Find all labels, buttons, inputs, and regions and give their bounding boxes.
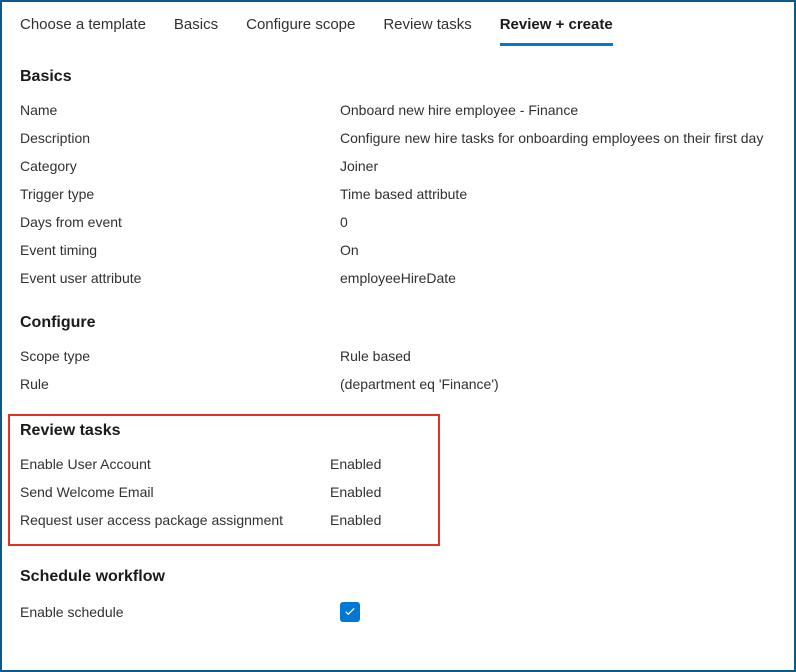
row-task-access-package: Request user access package assignment E… [20, 506, 428, 534]
row-task-welcome-email: Send Welcome Email Enabled [20, 478, 428, 506]
value-description: Configure new hire tasks for onboarding … [340, 130, 776, 146]
value-days-from-event: 0 [340, 214, 776, 230]
label-task-access-package: Request user access package assignment [20, 512, 330, 528]
tab-review-tasks[interactable]: Review tasks [383, 16, 471, 46]
tab-basics[interactable]: Basics [174, 16, 218, 46]
label-days-from-event: Days from event [20, 214, 340, 230]
value-name: Onboard new hire employee - Finance [340, 102, 776, 118]
row-enable-schedule: Enable schedule [20, 596, 776, 622]
row-name: Name Onboard new hire employee - Finance [20, 96, 776, 124]
row-rule: Rule (department eq 'Finance') [20, 370, 776, 398]
label-trigger-type: Trigger type [20, 186, 340, 202]
value-event-timing: On [340, 242, 776, 258]
label-task-enable-user: Enable User Account [20, 456, 330, 472]
section-schedule-heading: Schedule workflow [20, 568, 776, 586]
label-category: Category [20, 158, 340, 174]
row-task-enable-user: Enable User Account Enabled [20, 450, 428, 478]
label-scope-type: Scope type [20, 348, 340, 364]
value-trigger-type: Time based attribute [340, 186, 776, 202]
label-event-timing: Event timing [20, 242, 340, 258]
row-days-from-event: Days from event 0 [20, 208, 776, 236]
label-name: Name [20, 102, 340, 118]
row-description: Description Configure new hire tasks for… [20, 124, 776, 152]
wizard-tabs: Choose a template Basics Configure scope… [20, 2, 776, 46]
row-scope-type: Scope type Rule based [20, 342, 776, 370]
wizard-frame: Choose a template Basics Configure scope… [0, 0, 796, 672]
value-rule: (department eq 'Finance') [340, 376, 776, 392]
check-icon [343, 605, 357, 619]
row-event-user-attribute: Event user attribute employeeHireDate [20, 264, 776, 292]
configure-rows: Scope type Rule based Rule (department e… [20, 342, 776, 398]
row-category: Category Joiner [20, 152, 776, 180]
label-enable-schedule: Enable schedule [20, 604, 340, 620]
tab-review-create[interactable]: Review + create [500, 16, 613, 46]
value-task-welcome-email: Enabled [330, 484, 428, 500]
tab-configure-scope[interactable]: Configure scope [246, 16, 355, 46]
section-configure-heading: Configure [20, 314, 776, 332]
section-basics-heading: Basics [20, 68, 776, 86]
label-task-welcome-email: Send Welcome Email [20, 484, 330, 500]
label-event-user-attribute: Event user attribute [20, 270, 340, 286]
value-event-user-attribute: employeeHireDate [340, 270, 776, 286]
enable-schedule-checkbox[interactable] [340, 602, 360, 622]
basics-rows: Name Onboard new hire employee - Finance… [20, 96, 776, 292]
section-review-tasks-heading: Review tasks [20, 422, 428, 440]
row-event-timing: Event timing On [20, 236, 776, 264]
value-task-enable-user: Enabled [330, 456, 428, 472]
value-category: Joiner [340, 158, 776, 174]
value-scope-type: Rule based [340, 348, 776, 364]
row-trigger-type: Trigger type Time based attribute [20, 180, 776, 208]
label-description: Description [20, 130, 340, 146]
review-tasks-highlight: Review tasks Enable User Account Enabled… [8, 414, 440, 546]
value-task-access-package: Enabled [330, 512, 428, 528]
label-rule: Rule [20, 376, 340, 392]
tab-choose-template[interactable]: Choose a template [20, 16, 146, 46]
